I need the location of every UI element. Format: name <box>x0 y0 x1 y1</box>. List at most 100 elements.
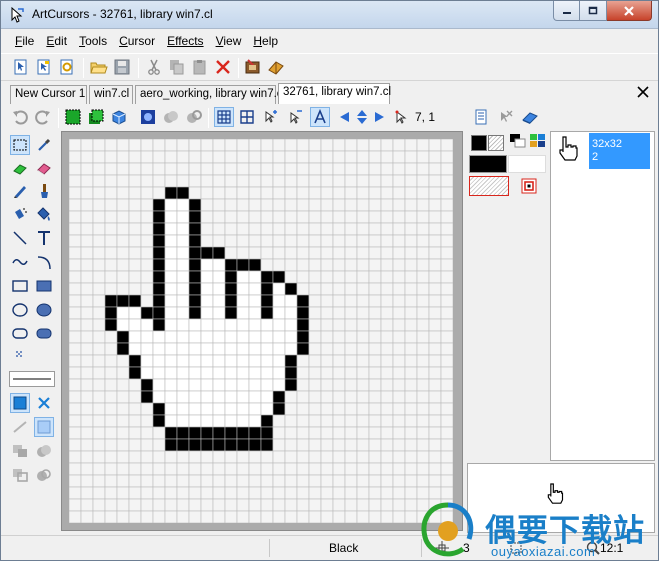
canvas-pixel[interactable] <box>116 450 130 464</box>
canvas-pixel[interactable] <box>440 378 454 392</box>
canvas-pixel[interactable] <box>104 246 118 260</box>
canvas-pixel[interactable] <box>224 306 238 320</box>
canvas-pixel[interactable] <box>104 282 118 296</box>
canvas-pixel[interactable] <box>332 378 346 392</box>
canvas-pixel[interactable] <box>356 306 370 320</box>
canvas-pixel[interactable] <box>92 330 106 344</box>
canvas-pixel[interactable] <box>164 402 178 416</box>
canvas-pixel[interactable] <box>164 270 178 284</box>
tool-layer-c[interactable] <box>10 465 30 485</box>
canvas-pixel[interactable] <box>92 510 106 524</box>
menu-view[interactable]: View <box>211 31 249 51</box>
canvas-pixel[interactable] <box>344 426 358 440</box>
canvas-pixel[interactable] <box>308 426 322 440</box>
canvas-pixel[interactable] <box>332 186 346 200</box>
canvas-pixel[interactable] <box>128 438 142 452</box>
canvas-pixel[interactable] <box>296 402 310 416</box>
canvas-pixel[interactable] <box>200 270 214 284</box>
canvas-pixel[interactable] <box>332 426 346 440</box>
canvas-pixel[interactable] <box>260 342 274 356</box>
canvas-pixel[interactable] <box>260 414 274 428</box>
canvas-pixel[interactable] <box>176 234 190 248</box>
canvas-pixel[interactable] <box>344 378 358 392</box>
shadow-effect-button[interactable] <box>161 107 181 127</box>
canvas-pixel[interactable] <box>404 174 418 188</box>
canvas-pixel[interactable] <box>176 426 190 440</box>
canvas-pixel[interactable] <box>356 138 370 152</box>
canvas-pixel[interactable] <box>344 510 358 524</box>
canvas-pixel[interactable] <box>404 162 418 176</box>
canvas-pixel[interactable] <box>212 282 226 296</box>
canvas-pixel[interactable] <box>392 474 406 488</box>
canvas-pixel[interactable] <box>296 390 310 404</box>
canvas-pixel[interactable] <box>152 294 166 308</box>
canvas-pixel[interactable] <box>428 270 442 284</box>
canvas-pixel[interactable] <box>344 234 358 248</box>
canvas-pixel[interactable] <box>68 258 82 272</box>
canvas-pixel[interactable] <box>428 318 442 332</box>
canvas-pixel[interactable] <box>392 174 406 188</box>
canvas-pixel[interactable] <box>176 222 190 236</box>
canvas-pixel[interactable] <box>236 150 250 164</box>
canvas-pixel[interactable] <box>140 210 154 224</box>
canvas-pixel[interactable] <box>284 162 298 176</box>
canvas-pixel[interactable] <box>260 330 274 344</box>
canvas-pixel[interactable] <box>68 210 82 224</box>
canvas-pixel[interactable] <box>164 198 178 212</box>
canvas-pixel[interactable] <box>116 294 130 308</box>
tool-filled-rectangle[interactable] <box>34 276 54 296</box>
canvas-pixel[interactable] <box>140 306 154 320</box>
palette-colors-icon[interactable] <box>529 133 547 149</box>
canvas-pixel[interactable] <box>116 270 130 284</box>
canvas-pixel[interactable] <box>140 486 154 500</box>
canvas-pixel[interactable] <box>356 318 370 332</box>
canvas-pixel[interactable] <box>344 390 358 404</box>
canvas-pixel[interactable] <box>416 294 430 308</box>
frame-duplicate-button[interactable] <box>86 107 106 127</box>
canvas-pixel[interactable] <box>332 150 346 164</box>
canvas-pixel[interactable] <box>116 486 130 500</box>
canvas-pixel[interactable] <box>380 282 394 296</box>
canvas-pixel[interactable] <box>176 330 190 344</box>
canvas-pixel[interactable] <box>344 222 358 236</box>
canvas-pixel[interactable] <box>140 498 154 512</box>
canvas-pixel[interactable] <box>284 498 298 512</box>
canvas-pixel[interactable] <box>212 498 226 512</box>
canvas-pixel[interactable] <box>68 486 82 500</box>
canvas-pixel[interactable] <box>200 186 214 200</box>
canvas-pixel[interactable] <box>332 222 346 236</box>
canvas-pixel[interactable] <box>428 330 442 344</box>
canvas-pixel[interactable] <box>104 366 118 380</box>
canvas-pixel[interactable] <box>368 462 382 476</box>
canvas-pixel[interactable] <box>236 222 250 236</box>
canvas-pixel[interactable] <box>308 354 322 368</box>
canvas-pixel[interactable] <box>416 162 430 176</box>
frame-add-button[interactable] <box>63 107 83 127</box>
right-button-color[interactable] <box>508 155 546 173</box>
canvas-pixel[interactable] <box>332 294 346 308</box>
canvas-pixel[interactable] <box>284 234 298 248</box>
canvas-pixel[interactable] <box>104 354 118 368</box>
canvas-pixel[interactable] <box>236 342 250 356</box>
canvas-pixel[interactable] <box>176 402 190 416</box>
canvas-pixel[interactable] <box>392 258 406 272</box>
tool-alpha-mode[interactable] <box>34 417 54 437</box>
canvas-pixel[interactable] <box>116 462 130 476</box>
canvas-pixel[interactable] <box>116 318 130 332</box>
canvas-pixel[interactable] <box>332 414 346 428</box>
canvas-pixel[interactable] <box>212 378 226 392</box>
canvas-pixel[interactable] <box>200 306 214 320</box>
canvas-pixel[interactable] <box>416 474 430 488</box>
canvas-pixel[interactable] <box>368 486 382 500</box>
canvas-pixel[interactable] <box>224 318 238 332</box>
canvas-pixel[interactable] <box>164 330 178 344</box>
help-book-button[interactable] <box>266 57 286 77</box>
canvas-pixel[interactable] <box>152 150 166 164</box>
canvas-pixel[interactable] <box>128 390 142 404</box>
canvas-pixel[interactable] <box>68 294 82 308</box>
canvas-pixel[interactable] <box>164 354 178 368</box>
canvas-pixel[interactable] <box>68 462 82 476</box>
canvas-pixel[interactable] <box>272 366 286 380</box>
canvas-pixel[interactable] <box>368 474 382 488</box>
canvas-pixel[interactable] <box>68 138 82 152</box>
